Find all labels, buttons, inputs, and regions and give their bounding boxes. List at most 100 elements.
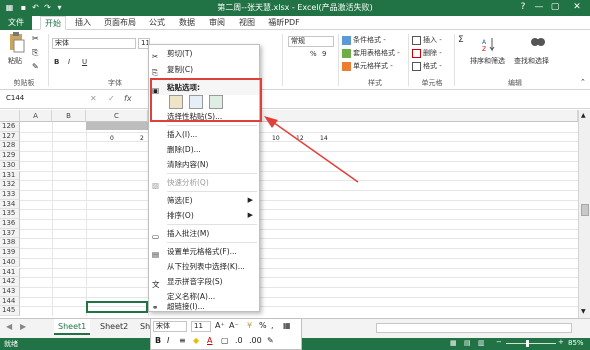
font-color-button[interactable]: A bbox=[207, 336, 212, 345]
tab-view[interactable]: 视图 bbox=[234, 16, 260, 30]
tab-insert[interactable]: 插入 bbox=[70, 16, 96, 30]
row-header[interactable]: 137 bbox=[0, 228, 20, 239]
font-name-dropdown[interactable]: 宋体 bbox=[52, 38, 136, 49]
zoom-level[interactable]: 85% bbox=[568, 339, 584, 347]
scroll-up-icon[interactable]: ▲ bbox=[581, 112, 586, 119]
merge-icon[interactable]: ▦ bbox=[283, 321, 291, 330]
row-header[interactable]: 134 bbox=[0, 199, 20, 210]
mini-italic-button[interactable]: I bbox=[167, 336, 169, 345]
column-header-a[interactable]: A bbox=[20, 110, 52, 122]
zoom-slider[interactable] bbox=[506, 343, 556, 344]
row-header[interactable]: 142 bbox=[0, 277, 20, 287]
next-sheet-icon[interactable]: ▶ bbox=[20, 322, 26, 331]
underline-button[interactable]: U bbox=[82, 58, 87, 66]
zoom-in-button[interactable]: + bbox=[558, 338, 564, 346]
percent-icon[interactable]: % bbox=[259, 321, 267, 330]
row-header[interactable]: 130 bbox=[0, 160, 20, 171]
collapse-ribbon-icon[interactable]: ⌃ bbox=[580, 78, 586, 86]
sheet-tab-sheet2[interactable]: Sheet2 bbox=[96, 319, 132, 335]
delete-cells-button[interactable]: 删除 - bbox=[412, 48, 442, 58]
page-break-view-icon[interactable]: ▥ bbox=[478, 339, 485, 347]
shrink-font-icon[interactable]: A⁻ bbox=[229, 321, 239, 330]
close-button[interactable]: ✕ bbox=[566, 1, 588, 14]
select-all-corner[interactable] bbox=[0, 110, 20, 122]
row-header[interactable]: 132 bbox=[0, 180, 20, 190]
vertical-scrollbar[interactable]: ▲ ▼ bbox=[578, 110, 590, 320]
fill-color-icon[interactable]: ◆ bbox=[193, 336, 199, 345]
tab-page-layout[interactable]: 页面布局 bbox=[100, 16, 140, 30]
column-header-c[interactable]: C bbox=[86, 110, 148, 122]
scroll-down-icon[interactable]: ▼ bbox=[581, 308, 586, 315]
confirm-formula-icon[interactable]: ✓ bbox=[108, 94, 115, 103]
menu-item-delete[interactable]: 删除(D)... bbox=[149, 142, 259, 157]
tab-file[interactable]: 文件 bbox=[0, 16, 32, 30]
column-header-b[interactable]: B bbox=[52, 110, 86, 122]
italic-button[interactable]: I bbox=[68, 58, 70, 66]
comma-icon[interactable]: , bbox=[271, 321, 274, 330]
zoom-thumb[interactable] bbox=[526, 340, 529, 347]
sort-filter-button[interactable]: 排序和筛选 bbox=[470, 56, 505, 66]
menu-item-copy[interactable]: ⎘ 复制(C) bbox=[149, 62, 259, 77]
menu-item-insert-comment[interactable]: ▭ 插入批注(M) bbox=[149, 226, 259, 241]
minimize-button[interactable]: — bbox=[532, 1, 546, 14]
borders-icon[interactable]: ▢ bbox=[221, 336, 229, 345]
decrease-decimal-icon[interactable]: .00 bbox=[249, 336, 262, 345]
tab-formulas[interactable]: 公式 bbox=[144, 16, 170, 30]
menu-item-format-cells[interactable]: ▤ 设置单元格格式(F)... bbox=[149, 244, 259, 259]
insert-cells-button[interactable]: 插入 - bbox=[412, 35, 442, 45]
normal-view-icon[interactable]: ▦ bbox=[450, 339, 457, 347]
number-format-dropdown[interactable]: 常规 bbox=[288, 36, 334, 47]
increase-decimal-icon[interactable]: .0 bbox=[235, 336, 243, 345]
row-header[interactable]: 131 bbox=[0, 170, 20, 181]
row-header[interactable]: 126 bbox=[0, 122, 20, 132]
zoom-out-button[interactable]: − bbox=[496, 338, 502, 346]
row-header[interactable]: 135 bbox=[0, 209, 20, 219]
percent-button[interactable]: % bbox=[310, 50, 317, 58]
grow-font-icon[interactable]: A⁺ bbox=[215, 321, 225, 330]
cell-styles-button[interactable]: 单元格样式 - bbox=[342, 61, 393, 71]
sort-filter-icon[interactable]: AZ bbox=[482, 36, 496, 53]
menu-item-pick-from-list[interactable]: 从下拉列表中选择(K)... bbox=[149, 259, 259, 274]
row-header[interactable]: 145 bbox=[0, 306, 20, 316]
format-painter-icon[interactable]: ✎ bbox=[267, 336, 274, 345]
row-header[interactable]: 136 bbox=[0, 219, 20, 229]
menu-item-insert[interactable]: 插入(I)... bbox=[149, 127, 259, 142]
menu-item-clear[interactable]: 清除内容(N) bbox=[149, 157, 259, 172]
row-header[interactable]: 128 bbox=[0, 141, 20, 152]
page-layout-view-icon[interactable]: ▤ bbox=[464, 339, 471, 347]
cut-icon[interactable]: ✂ bbox=[32, 34, 40, 43]
sheet-tab-sheet1[interactable]: Sheet1 bbox=[54, 319, 91, 335]
tab-foxit-pdf[interactable]: 福昕PDF bbox=[264, 16, 304, 30]
copy-icon[interactable]: ⎘ bbox=[32, 48, 40, 57]
row-header[interactable]: 139 bbox=[0, 248, 20, 258]
menu-item-show-pinyin[interactable]: 文显示拼音字段(S) bbox=[149, 274, 259, 289]
mini-font-dropdown[interactable]: 宋体 bbox=[153, 321, 187, 332]
row-header[interactable]: 133 bbox=[0, 189, 20, 200]
row-header[interactable]: 140 bbox=[0, 257, 20, 268]
autosum-button[interactable]: Σ bbox=[458, 35, 464, 45]
paste-icon[interactable] bbox=[6, 32, 26, 56]
align-icon[interactable]: ≡ bbox=[179, 336, 186, 345]
conditional-format-button[interactable]: 条件格式 - bbox=[342, 35, 386, 45]
prev-sheet-icon[interactable]: ◀ bbox=[6, 322, 12, 331]
cancel-formula-icon[interactable]: ✕ bbox=[90, 94, 97, 103]
row-header[interactable]: 127 bbox=[0, 131, 20, 142]
tab-review[interactable]: 审阅 bbox=[204, 16, 230, 30]
menu-item-hyperlink[interactable]: ⚭ 超链接(I)... bbox=[149, 301, 259, 312]
row-header[interactable]: 141 bbox=[0, 267, 20, 278]
format-painter-icon[interactable]: ✎ bbox=[32, 62, 40, 71]
row-header[interactable]: 143 bbox=[0, 286, 20, 297]
name-box[interactable]: C144 bbox=[4, 94, 74, 106]
help-button[interactable]: ? bbox=[516, 1, 530, 14]
row-header[interactable]: 144 bbox=[0, 296, 20, 307]
row-header[interactable]: 129 bbox=[0, 151, 20, 161]
format-cells-button[interactable]: 格式 - bbox=[412, 61, 442, 71]
insert-function-icon[interactable]: fx bbox=[124, 94, 132, 103]
row-header[interactable]: 138 bbox=[0, 238, 20, 249]
menu-item-cut[interactable]: ✂ 剪切(T) bbox=[149, 46, 259, 61]
paste-button[interactable]: 粘贴 bbox=[8, 56, 22, 66]
find-select-button[interactable]: 查找和选择 bbox=[514, 56, 549, 66]
comma-button[interactable]: 9 bbox=[322, 50, 326, 58]
menu-item-sort[interactable]: 排序(O) ▶ bbox=[149, 208, 259, 223]
find-select-icon[interactable] bbox=[530, 36, 546, 52]
